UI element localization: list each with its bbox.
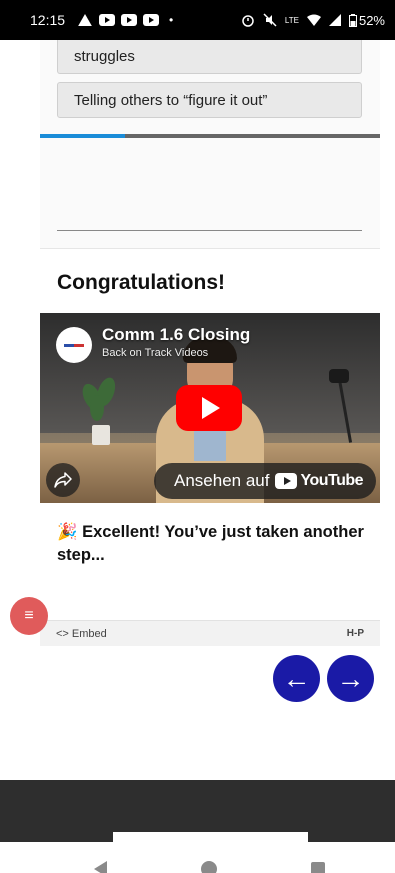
bottom-panel-edge bbox=[308, 832, 395, 842]
status-bar: 12:15 • LTE 52% bbox=[0, 0, 395, 40]
home-icon[interactable] bbox=[201, 861, 217, 873]
signal-icon bbox=[328, 14, 341, 26]
youtube-logo: YouTube bbox=[275, 472, 364, 490]
watch-on-youtube-button[interactable]: Ansehen auf YouTube bbox=[154, 463, 376, 499]
battery-percent: 52% bbox=[358, 12, 385, 28]
h5p-content: struggles Telling others to “figure it o… bbox=[40, 40, 380, 646]
channel-avatar[interactable] bbox=[56, 327, 92, 363]
video-plant bbox=[78, 373, 120, 445]
notification-icons: • bbox=[77, 13, 173, 27]
youtube-notification-icon bbox=[143, 14, 160, 26]
list-icon: ≡ bbox=[24, 607, 34, 624]
answer-option[interactable]: Telling others to “figure it out” bbox=[57, 82, 362, 118]
h5p-actions-bar: <> Embed H-P bbox=[40, 620, 380, 646]
youtube-notification-icon bbox=[121, 14, 138, 26]
progress-bar bbox=[40, 134, 380, 138]
summary-message: 🎉 Excellent! You’ve just taken another s… bbox=[57, 523, 364, 564]
video-lamp bbox=[325, 363, 365, 453]
youtube-notification-icon bbox=[99, 14, 116, 26]
summary-section: Congratulations! Comm 1.6 Closing Back o… bbox=[40, 248, 380, 646]
play-icon bbox=[202, 397, 220, 419]
warning-icon bbox=[78, 14, 92, 26]
more-notifications-icon: • bbox=[169, 13, 174, 27]
bottom-panel bbox=[0, 780, 395, 832]
network-label: LTE bbox=[284, 15, 299, 25]
divider bbox=[57, 230, 362, 231]
youtube-logo-icon bbox=[275, 473, 298, 489]
progress-fill bbox=[40, 134, 125, 138]
back-icon[interactable] bbox=[94, 861, 107, 873]
video-channel[interactable]: Back on Track Videos bbox=[102, 347, 208, 359]
video-title[interactable]: Comm 1.6 Closing bbox=[102, 325, 250, 345]
battery-icon bbox=[348, 13, 357, 27]
system-navigation-bar bbox=[0, 842, 395, 873]
summary-heading: Congratulations! bbox=[57, 271, 225, 294]
recent-apps-icon[interactable] bbox=[311, 862, 325, 873]
battery-indicator: 52% bbox=[348, 12, 385, 28]
watch-label: Ansehen auf bbox=[174, 471, 270, 490]
youtube-wordmark: YouTube bbox=[300, 472, 364, 489]
h5p-logo[interactable]: H-P bbox=[347, 628, 364, 639]
mute-icon bbox=[263, 13, 277, 27]
answer-option[interactable]: struggles bbox=[57, 40, 362, 74]
table-of-contents-button[interactable]: ≡ bbox=[10, 597, 48, 635]
youtube-video-embed[interactable]: Comm 1.6 Closing Back on Track Videos An… bbox=[40, 313, 380, 503]
status-time: 12:15 bbox=[30, 12, 66, 28]
wifi-icon bbox=[306, 14, 321, 26]
share-button[interactable] bbox=[46, 463, 80, 497]
previous-button[interactable]: ← bbox=[273, 655, 320, 702]
system-icons: LTE 52% bbox=[241, 13, 385, 28]
next-button[interactable]: → bbox=[327, 655, 374, 702]
bottom-panel-edge bbox=[0, 832, 113, 842]
arrow-right-icon: → bbox=[336, 662, 365, 694]
embed-button[interactable]: <> Embed bbox=[56, 628, 107, 640]
arrow-left-icon: ← bbox=[282, 662, 311, 694]
play-button[interactable] bbox=[176, 385, 242, 431]
bottom-sheet-handle bbox=[113, 832, 308, 842]
share-icon bbox=[54, 472, 72, 488]
alarm-icon bbox=[242, 15, 254, 27]
